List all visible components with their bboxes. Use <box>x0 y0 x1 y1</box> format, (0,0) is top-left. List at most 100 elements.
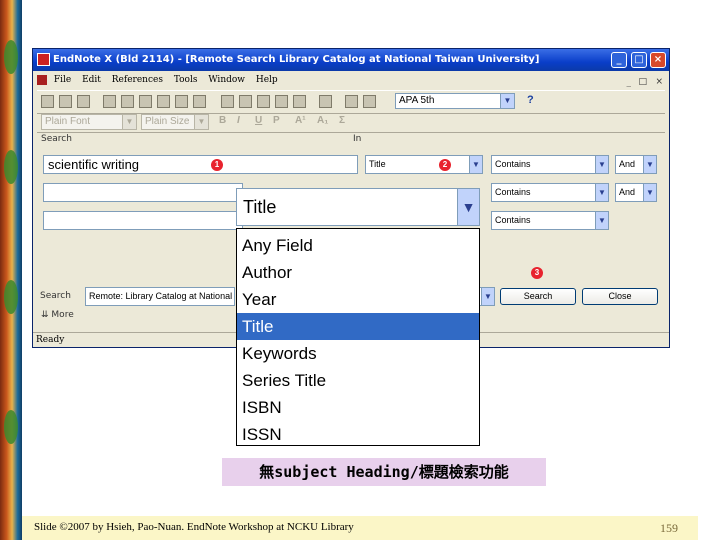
main-toolbar: APA 5th ▼ ? <box>37 90 665 114</box>
superscript-button[interactable]: A¹ <box>295 115 306 126</box>
open-link-icon[interactable] <box>293 95 306 108</box>
option-series-title[interactable]: Series Title <box>237 367 479 394</box>
show-all-icon[interactable] <box>221 95 234 108</box>
leaf-decoration <box>4 280 18 314</box>
format-bibliography-icon[interactable] <box>345 95 358 108</box>
symbol-button[interactable]: Σ <box>339 115 345 126</box>
chevron-down-icon[interactable]: ▼ <box>481 288 494 305</box>
bool-value-2: And <box>619 187 636 197</box>
footer-text: Slide ©2007 by Hsieh, Pao-Nuan. EndNote … <box>34 521 354 533</box>
close-search-button[interactable]: Close <box>582 288 658 305</box>
field-select-1[interactable]: Title ▼ <box>365 155 483 174</box>
operator-value-1: Contains <box>495 159 531 169</box>
more-toggle[interactable]: ⇊ More <box>41 310 74 320</box>
slide-caption: 無subject Heading/標題檢索功能 <box>222 458 546 486</box>
operator-select-2[interactable]: Contains ▼ <box>491 183 609 202</box>
double-chevron-down-icon: ⇊ <box>41 310 49 320</box>
underline-button[interactable]: U <box>255 115 262 126</box>
print-icon[interactable] <box>77 95 90 108</box>
bold-button[interactable]: B <box>219 115 226 126</box>
operator-select-3[interactable]: Contains ▼ <box>491 211 609 230</box>
bool-select-1[interactable]: And ▼ <box>615 155 657 174</box>
help-icon[interactable]: ? <box>527 94 534 106</box>
chevron-down-icon[interactable]: ▼ <box>595 156 608 173</box>
format-toolbar: Plain Font ▼ Plain Size ▼ B I U P A¹ A₁ … <box>37 112 665 133</box>
online-search-icon[interactable] <box>257 95 270 108</box>
plain-button[interactable]: P <box>273 115 280 126</box>
image-icon[interactable] <box>363 95 376 108</box>
open-icon[interactable] <box>59 95 72 108</box>
menu-file[interactable]: File <box>54 71 71 89</box>
operator-value-3: Contains <box>495 215 531 225</box>
menu-bar: File Edit References Tools Window Help _… <box>33 71 669 89</box>
chevron-down-icon[interactable]: ▼ <box>643 184 656 201</box>
operator-value-2: Contains <box>495 187 531 197</box>
search-target-label: Search <box>40 291 71 301</box>
chevron-down-icon[interactable]: ▼ <box>500 94 514 108</box>
paste-icon[interactable] <box>139 95 152 108</box>
window-title: EndNote X (Bld 2114) - [Remote Search Li… <box>53 54 540 65</box>
output-style-select[interactable]: APA 5th ▼ <box>395 93 515 109</box>
slide-footer: Slide ©2007 by Hsieh, Pao-Nuan. EndNote … <box>22 516 698 540</box>
maximize-button[interactable]: □ <box>631 52 647 68</box>
find-icon[interactable] <box>157 95 170 108</box>
copy-icon[interactable] <box>121 95 134 108</box>
menu-window[interactable]: Window <box>208 71 245 89</box>
search-button[interactable]: Search <box>500 288 576 305</box>
doc-restore-button[interactable]: □ <box>638 73 647 91</box>
preview-icon[interactable] <box>239 95 252 108</box>
slide-decoration <box>0 0 22 540</box>
page-number: 159 <box>660 521 678 535</box>
chevron-down-icon[interactable]: ▼ <box>595 184 608 201</box>
copy-formatted-icon[interactable] <box>193 95 206 108</box>
operator-select-1[interactable]: Contains ▼ <box>491 155 609 174</box>
font-value: Plain Font <box>45 116 91 127</box>
cut-icon[interactable] <box>103 95 116 108</box>
find-full-text-icon[interactable] <box>275 95 288 108</box>
chevron-down-icon[interactable]: ▼ <box>457 189 479 225</box>
insert-citation-icon[interactable] <box>319 95 332 108</box>
step-badge-3: 3 <box>531 267 543 279</box>
bool-select-2[interactable]: And ▼ <box>615 183 657 202</box>
option-year[interactable]: Year <box>237 286 479 313</box>
chevron-down-icon[interactable]: ▼ <box>122 115 136 129</box>
more-label: More <box>51 310 74 320</box>
menu-help[interactable]: Help <box>256 71 278 89</box>
leaf-decoration <box>4 40 18 74</box>
bool-value-1: And <box>619 159 636 169</box>
option-author[interactable]: Author <box>237 259 479 286</box>
menu-references[interactable]: References <box>112 71 163 89</box>
option-keywords[interactable]: Keywords <box>237 340 479 367</box>
menu-edit[interactable]: Edit <box>82 71 101 89</box>
search-term-input-3[interactable] <box>43 211 243 230</box>
new-icon[interactable] <box>41 95 54 108</box>
option-any-field[interactable]: Any Field <box>237 232 479 259</box>
field-select-zoomed[interactable]: Title ▼ <box>236 188 480 226</box>
size-select[interactable]: Plain Size ▼ <box>141 114 209 130</box>
search-term-input-2[interactable] <box>43 183 243 202</box>
option-title[interactable]: Title <box>237 313 479 340</box>
chevron-down-icon[interactable]: ▼ <box>469 156 482 173</box>
font-select[interactable]: Plain Font ▼ <box>41 114 137 130</box>
title-bar[interactable]: EndNote X (Bld 2114) - [Remote Search Li… <box>33 49 669 71</box>
output-style-value: APA 5th <box>399 95 435 106</box>
search-term-input-1[interactable]: scientific writing <box>43 155 358 174</box>
chevron-down-icon[interactable]: ▼ <box>194 115 208 129</box>
search-target-dropdown[interactable]: ▼ <box>479 287 495 306</box>
subscript-button[interactable]: A₁ <box>317 115 328 126</box>
option-issn[interactable]: ISSN <box>237 421 479 448</box>
option-isbn[interactable]: ISBN <box>237 394 479 421</box>
minimize-button[interactable]: _ <box>611 52 627 68</box>
chevron-down-icon[interactable]: ▼ <box>643 156 656 173</box>
search-target-select[interactable]: Remote: Library Catalog at National T <box>85 287 235 306</box>
search-label: Search <box>41 134 72 144</box>
doc-minimize-button[interactable]: _ <box>627 73 632 91</box>
document-icon[interactable] <box>37 74 47 85</box>
close-button[interactable]: × <box>650 52 666 68</box>
doc-close-button[interactable]: × <box>655 73 663 91</box>
menu-tools[interactable]: Tools <box>174 71 198 89</box>
italic-button[interactable]: I <box>237 115 240 126</box>
chevron-down-icon[interactable]: ▼ <box>595 212 608 229</box>
sort-icon[interactable] <box>175 95 188 108</box>
field-select-value: Title <box>243 197 277 217</box>
